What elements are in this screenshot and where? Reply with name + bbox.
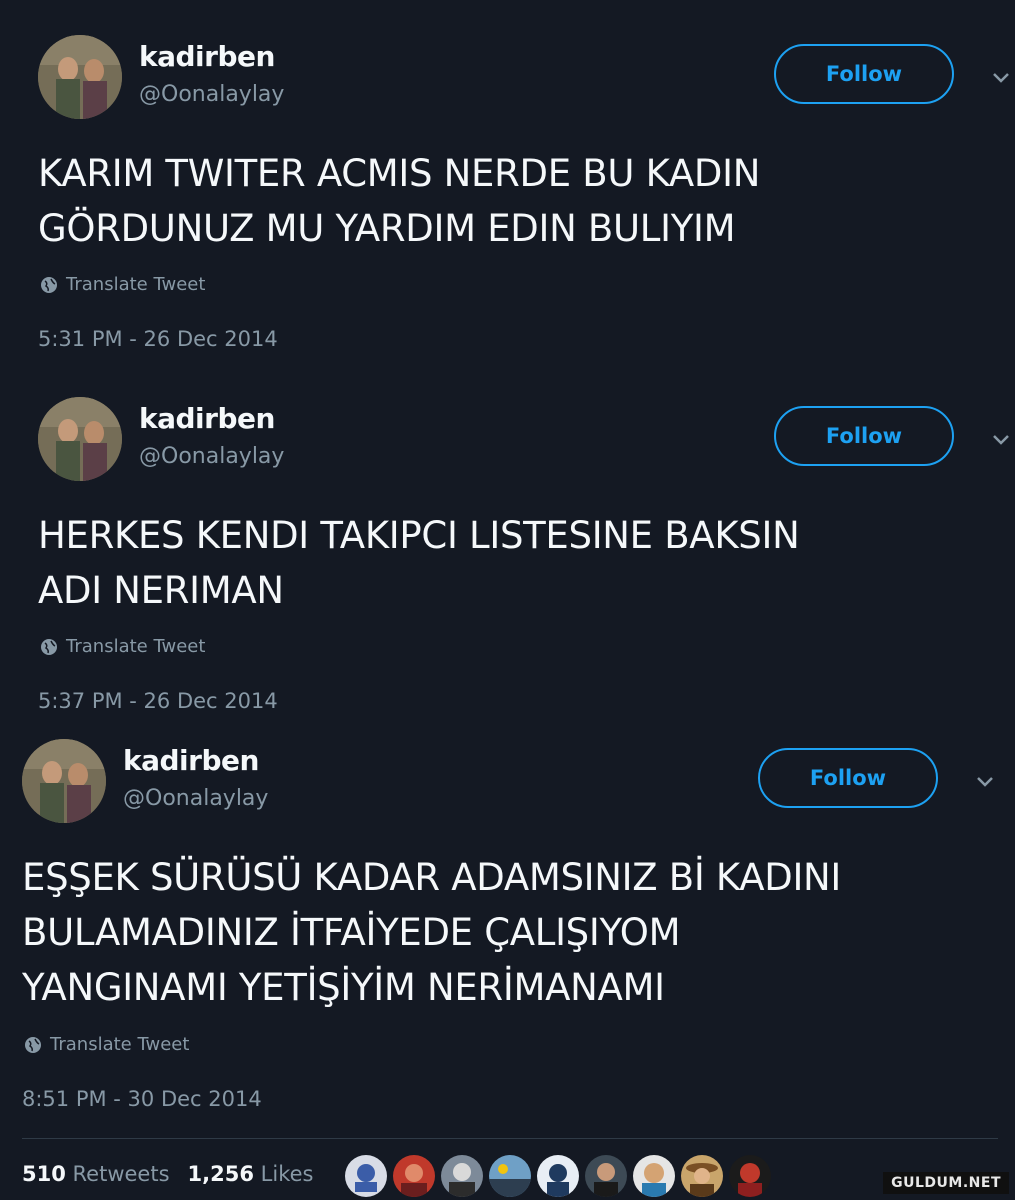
watermark: GULDUM.NET <box>883 1172 1009 1194</box>
globe-icon <box>41 276 57 293</box>
globe-icon <box>25 1036 41 1053</box>
display-name[interactable]: kadirben <box>123 744 259 777</box>
chevron-down-icon[interactable] <box>990 428 1012 450</box>
liker-avatars <box>345 1155 771 1197</box>
avatar[interactable] <box>38 397 122 481</box>
tweet-timestamp[interactable]: 8:51 PM - 30 Dec 2014 <box>22 1087 262 1111</box>
liker-avatar[interactable] <box>729 1155 771 1197</box>
liker-avatar[interactable] <box>441 1155 483 1197</box>
liker-avatar[interactable] <box>585 1155 627 1197</box>
follow-button[interactable]: Follow <box>774 406 954 466</box>
retweets-label: Retweets <box>72 1162 170 1186</box>
translate-label: Translate Tweet <box>66 636 206 657</box>
display-name[interactable]: kadirben <box>139 40 275 73</box>
translate-label: Translate Tweet <box>50 1034 190 1055</box>
translate-tweet-link[interactable]: Translate Tweet <box>24 1034 189 1055</box>
user-handle[interactable]: @Oonalaylay <box>139 82 284 107</box>
liker-avatar[interactable] <box>681 1155 723 1197</box>
user-handle[interactable]: @Oonalaylay <box>139 444 284 469</box>
tweet-text: HERKES KENDI TAKIPCI LISTESINE BAKSIN AD… <box>38 514 800 612</box>
retweets-count: 510 <box>22 1162 66 1186</box>
avatar[interactable] <box>38 35 122 119</box>
translate-label: Translate Tweet <box>66 274 206 295</box>
tweet-timestamp[interactable]: 5:37 PM - 26 Dec 2014 <box>38 689 278 713</box>
liker-avatar[interactable] <box>345 1155 387 1197</box>
follow-button[interactable]: Follow <box>758 748 938 808</box>
chevron-down-icon[interactable] <box>990 66 1012 88</box>
liker-avatar[interactable] <box>393 1155 435 1197</box>
liker-avatar[interactable] <box>633 1155 675 1197</box>
chevron-down-icon[interactable] <box>974 770 996 792</box>
likes-stat[interactable]: 1,256 Likes <box>188 1162 314 1186</box>
globe-icon <box>41 638 57 655</box>
likes-count: 1,256 <box>187 1162 254 1186</box>
translate-tweet-link[interactable]: Translate Tweet <box>40 636 205 657</box>
liker-avatar[interactable] <box>537 1155 579 1197</box>
tweet-stats: 510 Retweets 1,256 Likes <box>22 1162 313 1186</box>
likes-label: Likes <box>260 1162 314 1186</box>
liker-avatar[interactable] <box>489 1155 531 1197</box>
tweet-text: EŞŞEK SÜRÜSÜ KADAR ADAMSINIZ Bİ KADINI B… <box>22 856 842 1009</box>
display-name[interactable]: kadirben <box>139 402 275 435</box>
retweets-stat[interactable]: 510 Retweets <box>22 1162 170 1186</box>
follow-button[interactable]: Follow <box>774 44 954 104</box>
divider <box>22 1138 998 1139</box>
tweet-text: KARIM TWITER ACMIS NERDE BU KADIN GÖRDUN… <box>38 152 761 250</box>
avatar[interactable] <box>22 739 106 823</box>
tweet-timestamp[interactable]: 5:31 PM - 26 Dec 2014 <box>38 327 278 351</box>
translate-tweet-link[interactable]: Translate Tweet <box>40 274 205 295</box>
user-handle[interactable]: @Oonalaylay <box>123 786 268 811</box>
